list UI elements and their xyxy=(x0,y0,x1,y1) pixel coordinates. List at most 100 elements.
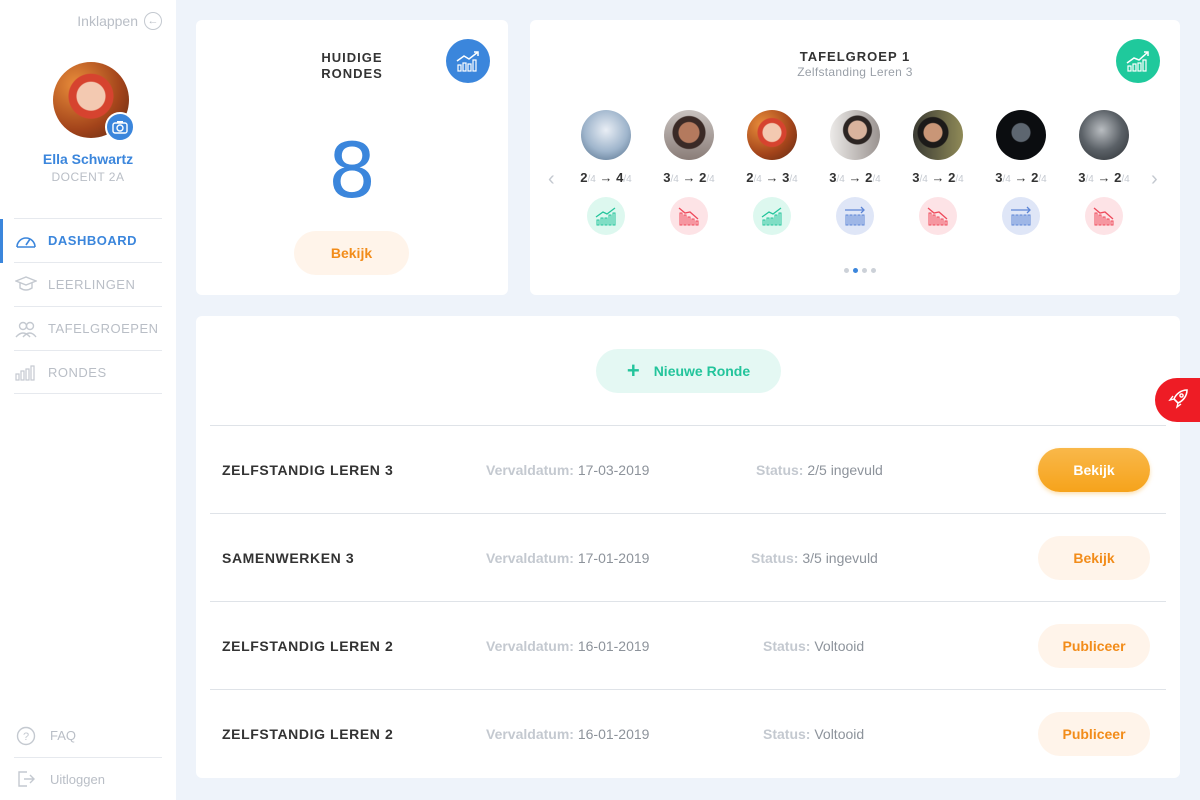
nav-item-leerlingen[interactable]: LEERLINGEN xyxy=(14,262,162,306)
user-name: Ella Schwartz xyxy=(42,151,134,167)
student-photo xyxy=(1079,110,1129,160)
table-row: ZELFSTANDIG LEREN 2 Vervaldatum: 16-01-2… xyxy=(210,601,1166,689)
round-status: Status: 2/5 ingevuld xyxy=(756,462,883,478)
student-card[interactable]: 3/4 → 2/4 xyxy=(903,110,973,235)
rocket-feedback-button[interactable] xyxy=(1155,378,1200,422)
score-change: 3/4 → 2/4 xyxy=(1078,170,1130,185)
main-nav: DASHBOARD LEERLINGEN TAFELGROEPEN RONDES xyxy=(0,218,162,394)
nav-item-tafelgroepen[interactable]: TAFELGROEPEN xyxy=(14,306,162,350)
student-card[interactable]: 2/4 → 3/4 xyxy=(737,110,807,235)
student-card[interactable]: 3/4 → 2/4 xyxy=(1069,110,1139,235)
trend-flat-icon xyxy=(1002,197,1040,235)
student-card[interactable]: 2/4 → 4/4 xyxy=(571,110,641,235)
logout-link[interactable]: Uitloggen xyxy=(14,757,162,800)
table-row: SAMENWERKEN 3 Vervaldatum: 17-01-2019 St… xyxy=(210,513,1166,601)
collapse-label: Inklappen xyxy=(77,13,138,29)
rounds-count: 8 xyxy=(327,126,377,215)
new-round-button[interactable]: + Nieuwe Ronde xyxy=(596,349,781,393)
bottom-nav: ? FAQ Uitloggen xyxy=(14,714,162,800)
round-name: ZELFSTANDIG LEREN 2 xyxy=(222,638,394,654)
trend-flat-icon xyxy=(836,197,874,235)
profile-avatar-wrap xyxy=(53,62,135,142)
score-change: 3/4 → 2/4 xyxy=(829,170,881,185)
score-change: 3/4 → 2/4 xyxy=(912,170,964,185)
question-icon: ? xyxy=(14,725,38,747)
student-card[interactable]: 3/4 → 2/4 xyxy=(820,110,890,235)
graduation-cap-icon xyxy=(14,274,38,296)
trend-down-icon xyxy=(1085,197,1123,235)
score-change: 2/4 → 4/4 xyxy=(580,170,632,185)
table-row: ZELFSTANDIG LEREN 2 Vervaldatum: 16-01-2… xyxy=(210,689,1166,777)
round-status: Status: 3/5 ingevuld xyxy=(751,550,878,566)
bar-chart-icon xyxy=(446,39,490,83)
publish-round-button[interactable]: Publiceer xyxy=(1038,712,1150,756)
table-group-subtitle: Zelfstanding Leren 3 xyxy=(797,65,913,79)
view-round-button[interactable]: Bekijk xyxy=(1038,448,1150,492)
score-change: 3/4 → 2/4 xyxy=(663,170,715,185)
score-change: 3/4 → 2/4 xyxy=(995,170,1047,185)
table-group-title: TAFELGROEP 1 xyxy=(799,49,911,64)
group-icon xyxy=(14,318,38,340)
growth-chart-icon xyxy=(1116,39,1160,83)
student-photo xyxy=(830,110,880,160)
nav-label: LEERLINGEN xyxy=(48,277,136,292)
new-round-label: Nieuwe Ronde xyxy=(653,363,751,379)
due-date: Vervaldatum: 16-01-2019 xyxy=(486,726,650,742)
trend-down-icon xyxy=(670,197,708,235)
view-round-button[interactable]: Bekijk xyxy=(1038,536,1150,580)
student-card[interactable]: 3/4 → 2/4 xyxy=(654,110,724,235)
arrow-left-icon: ← xyxy=(144,12,162,30)
logout-icon xyxy=(14,768,38,790)
nav-label: RONDES xyxy=(48,364,107,380)
round-name: ZELFSTANDIG LEREN 3 xyxy=(222,462,394,478)
current-rounds-title: HUIDIGE RONDES xyxy=(302,50,402,82)
collapse-button[interactable]: Inklappen ← xyxy=(77,12,162,30)
user-role: DOCENT 2A xyxy=(51,170,125,184)
camera-icon[interactable] xyxy=(105,112,135,142)
due-date: Vervaldatum: 16-01-2019 xyxy=(486,638,650,654)
student-photo xyxy=(996,110,1046,160)
trend-up-icon xyxy=(587,197,625,235)
page-dot[interactable] xyxy=(862,268,867,273)
table-group-card: TAFELGROEP 1 Zelfstanding Leren 3 ‹ › 2/… xyxy=(530,20,1180,295)
page-dot[interactable] xyxy=(844,268,849,273)
trend-down-icon xyxy=(919,197,957,235)
chevron-left-icon[interactable]: ‹ xyxy=(548,168,555,191)
page-dot-active[interactable] xyxy=(853,268,858,273)
round-status: Status: Voltooid xyxy=(763,726,865,742)
plus-icon: + xyxy=(626,358,640,383)
publish-round-button[interactable]: Publiceer xyxy=(1038,624,1150,668)
chevron-right-icon[interactable]: › xyxy=(1151,168,1158,191)
title-line: RONDES xyxy=(321,66,383,81)
title-line: HUIDIGE xyxy=(321,50,383,65)
rocket-icon xyxy=(1167,386,1191,415)
sidebar: Inklappen ← Ella Schwartz DOCENT 2A DASH… xyxy=(0,0,176,800)
faq-link[interactable]: ? FAQ xyxy=(14,714,162,757)
view-rounds-button[interactable]: Bekijk xyxy=(294,231,409,275)
bar-chart-icon xyxy=(14,361,38,383)
score-change: 2/4 → 3/4 xyxy=(746,170,798,185)
due-date: Vervaldatum: 17-03-2019 xyxy=(486,462,650,478)
carousel-pagination xyxy=(844,268,876,273)
page-dot[interactable] xyxy=(871,268,876,273)
faq-label: FAQ xyxy=(50,728,77,743)
svg-text:?: ? xyxy=(23,731,29,743)
current-rounds-card: HUIDIGE RONDES 8 Bekijk xyxy=(196,20,508,295)
student-photo xyxy=(913,110,963,160)
nav-item-dashboard[interactable]: DASHBOARD xyxy=(0,218,162,263)
round-status: Status: Voltooid xyxy=(763,638,865,654)
student-card[interactable]: 3/4 → 2/4 xyxy=(986,110,1056,235)
due-date: Vervaldatum: 17-01-2019 xyxy=(486,550,650,566)
student-photo xyxy=(581,110,631,160)
student-photo xyxy=(664,110,714,160)
table-row: ZELFSTANDIG LEREN 3 Vervaldatum: 17-03-2… xyxy=(210,425,1166,513)
speedometer-icon xyxy=(14,230,38,252)
round-name: ZELFSTANDIG LEREN 2 xyxy=(222,726,394,742)
student-photo xyxy=(747,110,797,160)
logout-label: Uitloggen xyxy=(50,771,105,787)
nav-label: TAFELGROEPEN xyxy=(48,321,159,336)
rounds-table: ZELFSTANDIG LEREN 3 Vervaldatum: 17-03-2… xyxy=(210,425,1166,777)
nav-label: DASHBOARD xyxy=(48,233,137,248)
trend-up-icon xyxy=(753,197,791,235)
nav-item-rondes[interactable]: RONDES xyxy=(14,350,162,394)
